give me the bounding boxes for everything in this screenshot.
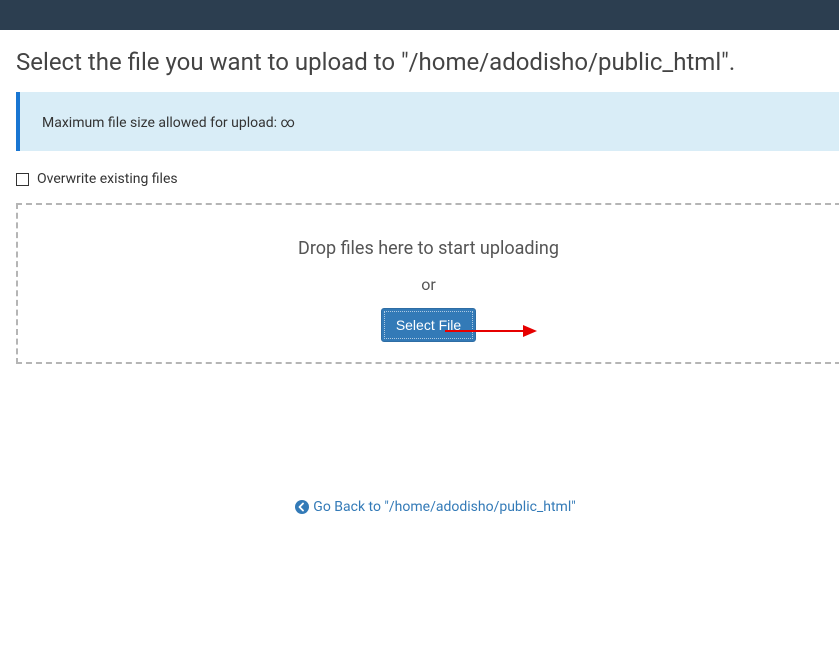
pointer-arrow-icon — [443, 317, 538, 345]
go-back-link[interactable]: Go Back to "/home/adodisho/public_html" — [16, 499, 839, 515]
overwrite-checkbox[interactable] — [16, 173, 29, 186]
page-title: Select the file you want to upload to "/… — [16, 48, 839, 76]
info-box: Maximum file size allowed for upload: ∞ — [16, 92, 839, 151]
drop-text: Drop files here to start uploading — [298, 238, 559, 259]
overwrite-label[interactable]: Overwrite existing files — [37, 171, 178, 187]
content-area: Select the file you want to upload to "/… — [0, 30, 839, 515]
arrow-left-icon — [295, 500, 309, 514]
file-dropzone[interactable]: Drop files here to start uploading or Se… — [16, 203, 839, 364]
go-back-text: Go Back to "/home/adodisho/public_html" — [313, 499, 575, 515]
or-text: or — [421, 275, 436, 294]
top-bar — [0, 0, 839, 30]
info-message: Maximum file size allowed for upload: ∞ — [42, 115, 295, 131]
overwrite-checkbox-row[interactable]: Overwrite existing files — [16, 171, 839, 187]
